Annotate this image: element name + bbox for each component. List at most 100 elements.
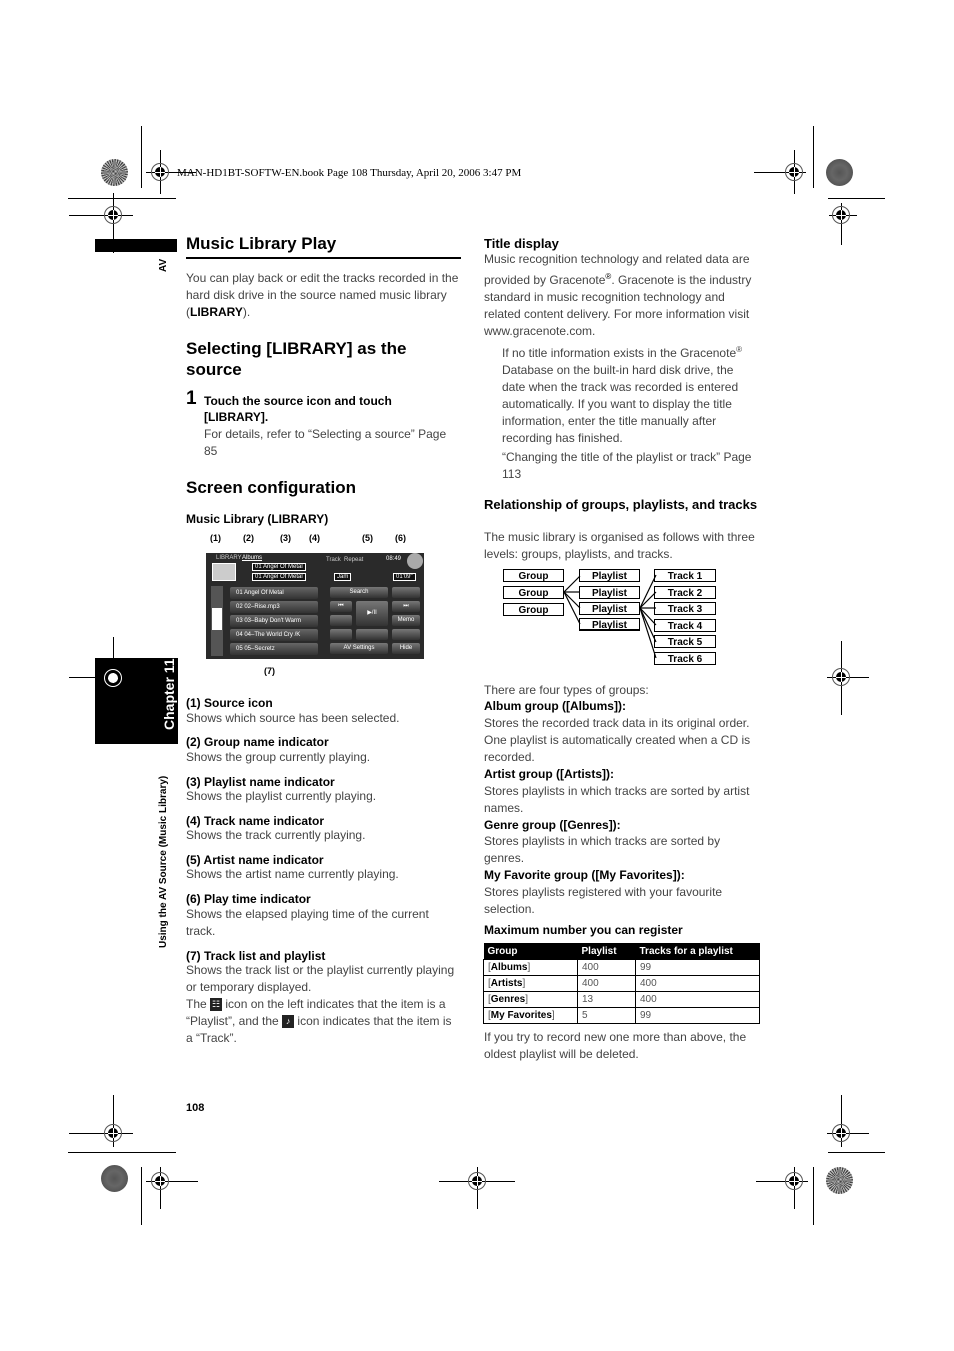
callout-4: (4): [309, 533, 320, 543]
running-title: Using the AV Source (Music Library): [158, 775, 169, 948]
track-list-item[interactable]: 03 03–Baby Don't Warm: [230, 615, 318, 627]
diagram-playlist: Playlist: [579, 618, 640, 631]
track-list-item[interactable]: 01 Angel Of Metal: [230, 587, 318, 599]
diagram-track: Track 5: [654, 635, 716, 648]
av-settings-button[interactable]: AV Settings: [330, 643, 388, 654]
up-button[interactable]: [392, 587, 420, 598]
group-type-desc: Stores playlists in which tracks are sor…: [484, 784, 750, 815]
search-button[interactable]: Search: [330, 587, 388, 598]
page-title: Music Library Play: [186, 234, 337, 253]
cell-group: [Albums]: [483, 959, 578, 976]
registration-disc: [101, 1165, 128, 1192]
source-icon: [212, 563, 236, 581]
screen-group-name: Albums: [242, 555, 263, 561]
step-instruction: Touch the source icon and touch [LIBRARY…: [204, 394, 392, 424]
cell-tracks: 99: [635, 1007, 760, 1024]
item-title: (3) Playlist name indicator: [186, 775, 335, 789]
max-register-table: Group Playlist Tracks for a playlist [Al…: [483, 943, 760, 1024]
scrollbar[interactable]: [211, 586, 223, 656]
diagram-playlist: Playlist: [579, 586, 640, 599]
info-button[interactable]: [330, 615, 352, 626]
item-desc: Shows the elapsed playing time of the cu…: [186, 907, 429, 938]
icon-note: The ☷ icon on the left indicates that th…: [186, 997, 452, 1045]
title-display-heading: Title display: [484, 236, 559, 251]
item-desc: Shows the playlist currently playing.: [186, 789, 377, 803]
item-title: (5) Artist name indicator: [186, 853, 324, 867]
group-type-title: Artist group ([Artists]):: [484, 767, 614, 781]
max-register-heading: Maximum number you can register: [484, 923, 683, 937]
group-type-desc: Stores playlists registered with your fa…: [484, 885, 723, 916]
title-rule: [186, 257, 461, 259]
item-desc: Shows which source has been selected.: [186, 711, 400, 725]
step-detail: For details, refer to “Selecting a sourc…: [204, 427, 447, 458]
callout-1: (1): [210, 533, 221, 543]
gracenote-note: If no title information exists in the Gr…: [502, 345, 743, 445]
group-type-desc: Stores the recorded track data in its or…: [484, 716, 751, 764]
cell-tracks: 99: [635, 959, 760, 976]
scan-button[interactable]: [356, 629, 388, 640]
screen-play-time: 01'09": [393, 573, 416, 581]
table-row: [Albums] 400 99: [483, 959, 760, 976]
memo-button[interactable]: Memo: [392, 615, 420, 626]
title-display-text: Music recognition technology and related…: [484, 252, 752, 338]
play-pause-button[interactable]: ▶/II: [356, 601, 388, 626]
track-list-item[interactable]: 04 04–The World Cry /K: [230, 629, 318, 641]
page-number: 108: [186, 1102, 205, 1114]
registration-disc: [101, 159, 128, 186]
cross-reference: “Changing the title of the playlist or t…: [502, 450, 752, 481]
diagram-playlist: Playlist: [579, 569, 640, 582]
screen-config-heading: Screen configuration: [186, 478, 357, 497]
hide-button[interactable]: Hide: [392, 643, 420, 654]
step-number: 1: [186, 388, 197, 409]
callout-2: (2): [243, 533, 254, 543]
screen-mode-repeat: Repeat: [344, 557, 364, 563]
relationship-text: The music library is organised as follow…: [484, 530, 755, 561]
cell-playlist: 400: [577, 959, 636, 976]
cell-playlist: 13: [577, 991, 636, 1008]
track-list-item[interactable]: 05 05–Secretz: [230, 643, 318, 655]
item-desc: Shows the track currently playing.: [186, 828, 366, 842]
screen-playlist-name: 01 Angel Of Metal: [252, 563, 306, 571]
group-type-title: Album group ([Albums]):: [484, 699, 626, 713]
diagram-track: Track 6: [654, 652, 716, 665]
item-title: (2) Group name indicator: [186, 735, 329, 749]
intro-paragraph: You can play back or edit the tracks rec…: [186, 271, 459, 319]
group-types-intro: There are four types of groups:: [484, 683, 649, 697]
repeat-button[interactable]: [330, 629, 352, 640]
diagram-group: Group: [503, 586, 564, 599]
diagram-track: Track 4: [654, 619, 716, 632]
registration-disc: [826, 1167, 853, 1194]
track-list-item[interactable]: 02 02–Rise.mp3: [230, 601, 318, 613]
diagram-track: Track 3: [654, 602, 716, 615]
screen-mode-track: Track: [326, 557, 341, 563]
item-title: (4) Track name indicator: [186, 814, 325, 828]
item-desc: Shows the track list or the playlist cur…: [186, 963, 455, 994]
next-button[interactable]: ⏭: [392, 601, 420, 612]
item-title: (1) Source icon: [186, 696, 273, 710]
selecting-heading: Selecting [LIBRARY] as the source: [186, 339, 407, 379]
list-button[interactable]: [392, 629, 420, 640]
cell-playlist: 400: [577, 975, 636, 992]
crop-line: [141, 1167, 142, 1225]
crop-line: [141, 126, 142, 188]
crop-line: [828, 1152, 885, 1153]
prev-button[interactable]: ⏮: [330, 601, 352, 612]
diagram-playlist: Playlist: [579, 602, 640, 615]
book-meta-header: MAN-HD1BT-SOFTW-EN.book Page 108 Thursda…: [177, 167, 522, 179]
diagram-track: Track 1: [654, 569, 716, 582]
playlist-icon: ☷: [210, 998, 223, 1012]
table-row: [Genres] 13 400: [483, 991, 760, 1008]
cell-tracks: 400: [635, 975, 760, 992]
crop-line: [68, 1152, 176, 1153]
crop-line: [813, 126, 814, 188]
footer-note: If you try to record new one more than a…: [484, 1030, 747, 1061]
screen-source-label: LIBRARY: [216, 555, 242, 561]
screen-artist-name: Jam: [334, 573, 352, 581]
item-desc: Shows the artist name currently playing.: [186, 867, 399, 881]
item-desc: Shows the group currently playing.: [186, 750, 371, 764]
cell-playlist: 5: [577, 1007, 636, 1024]
item-title: (6) Play time indicator: [186, 892, 311, 906]
group-type-title: My Favorite group ([My Favorites]):: [484, 868, 685, 882]
table-row: [My Favorites] 5 99: [483, 1007, 760, 1024]
callout-3: (3): [280, 533, 291, 543]
